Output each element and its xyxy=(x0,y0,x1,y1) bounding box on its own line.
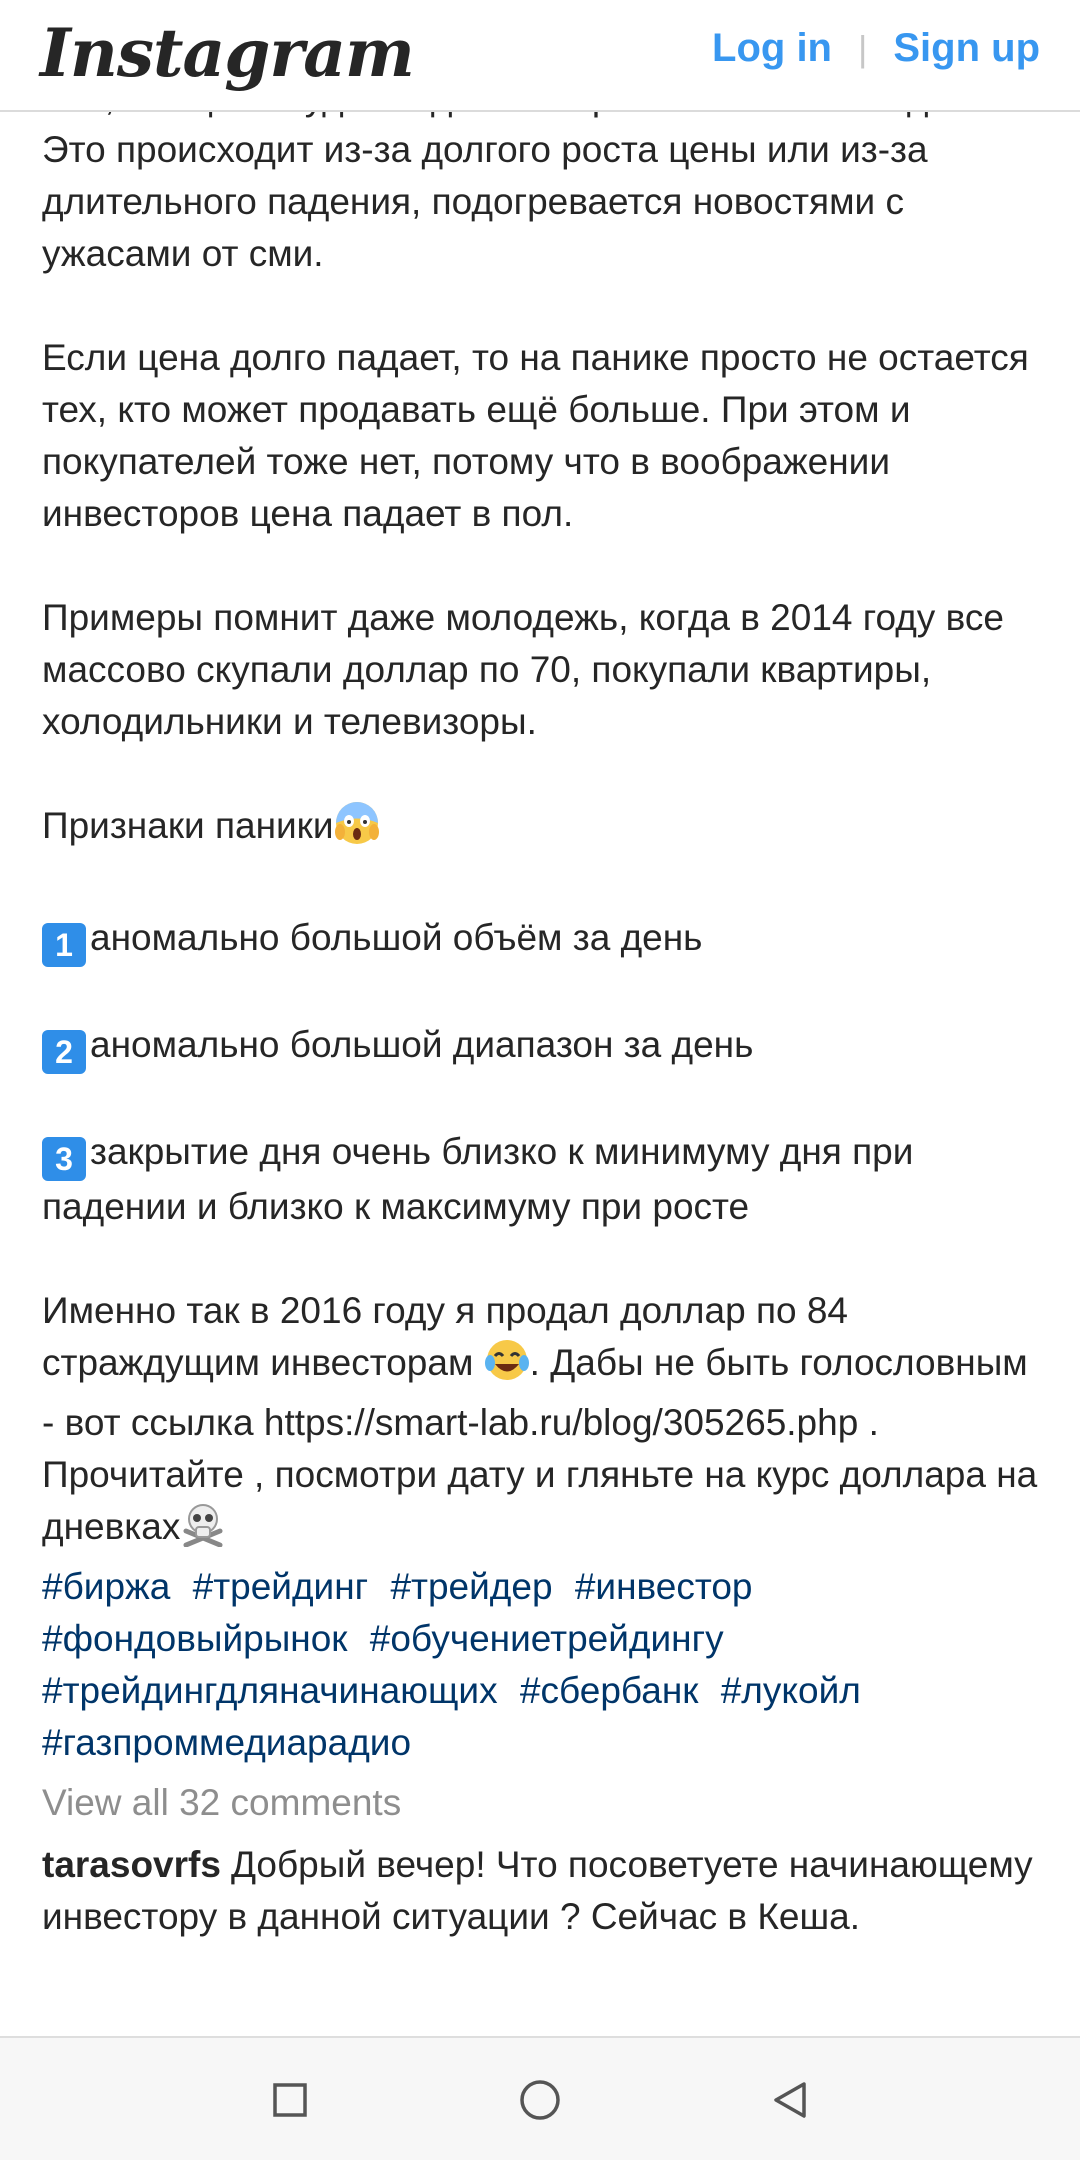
home-button[interactable] xyxy=(508,2068,572,2132)
hashtag-link[interactable]: #трейдинг xyxy=(193,1566,369,1607)
login-link[interactable]: Log in xyxy=(712,26,832,71)
keycap-3-icon: 3 xyxy=(42,1137,86,1181)
circle-icon xyxy=(520,2080,560,2120)
sign-text: закрытие дня очень близко к минимуму дня… xyxy=(42,1131,924,1227)
keycap-1-icon: 1 xyxy=(42,923,86,967)
caption-paragraph: том, что цена будет падать или расти бес… xyxy=(42,112,1013,274)
sign-text: аномально большой объём за день xyxy=(90,917,703,958)
hashtag-link[interactable]: #трейдингдляначинающих xyxy=(42,1670,498,1711)
sign-text: аномально большой диапазон за день xyxy=(90,1024,754,1065)
screaming-face-icon xyxy=(334,800,380,860)
hashtag-link[interactable]: #инвестор xyxy=(575,1566,753,1607)
hashtag-link[interactable]: #лукойл xyxy=(721,1670,861,1711)
caption-final: Именно так в 2016 году я продал доллар п… xyxy=(42,1285,1042,1561)
sign-item: 3 закрытие дня очень близко к минимуму дн… xyxy=(42,1126,1042,1233)
square-icon xyxy=(273,2083,307,2117)
caption-paragraph: Если цена долго падает, то на панике про… xyxy=(42,337,1040,534)
hashtag-link[interactable]: #фондовыйрынок xyxy=(42,1618,348,1659)
system-navigation-bar xyxy=(0,2036,1080,2160)
signs-title: Признаки паники xyxy=(42,800,1042,860)
auth-separator: | xyxy=(858,27,868,69)
post-content[interactable]: том, что цена будет падать или расти бес… xyxy=(42,112,1042,2036)
view-all-comments-link[interactable]: View all 32 comments xyxy=(42,1777,1042,1829)
hashtag-list: #биржа #трейдинг #трейдер #инвестор #фон… xyxy=(42,1561,1042,1769)
hashtag-link[interactable]: #трейдер xyxy=(390,1566,552,1607)
hashtag-link[interactable]: #биржа xyxy=(42,1566,170,1607)
post-caption: том, что цена будет падать или расти бес… xyxy=(42,112,1042,1943)
hashtag-link[interactable]: #обучениетрейдингу xyxy=(370,1618,724,1659)
app-header: Instagram Log in | Sign up xyxy=(0,0,1080,112)
signup-link[interactable]: Sign up xyxy=(893,26,1040,71)
sign-item: 1 аномально большой объём за день xyxy=(42,912,1042,967)
skull-crossbones-icon xyxy=(180,1501,226,1561)
auth-links: Log in | Sign up xyxy=(712,26,1040,71)
comment-item: tarasovrfs Добрый вечер! Что посоветуете … xyxy=(42,1839,1042,1943)
hashtag-link[interactable]: #сбербанк xyxy=(520,1670,699,1711)
instagram-logo[interactable]: Instagram xyxy=(40,14,415,92)
comment-username[interactable]: tarasovrfs xyxy=(42,1844,221,1885)
sign-item: 2 аномально большой диапазон за день xyxy=(42,1019,1042,1074)
signs-title-text: Признаки паники xyxy=(42,805,334,846)
back-button[interactable] xyxy=(758,2068,822,2132)
recent-apps-button[interactable] xyxy=(258,2068,322,2132)
caption-paragraph: Примеры помнит даже молодежь, когда в 20… xyxy=(42,597,1015,742)
hashtag-link[interactable]: #газпроммедиарадио xyxy=(42,1722,411,1763)
tears-of-joy-icon xyxy=(484,1337,530,1397)
triangle-back-icon xyxy=(774,2082,806,2118)
keycap-2-icon: 2 xyxy=(42,1030,86,1074)
